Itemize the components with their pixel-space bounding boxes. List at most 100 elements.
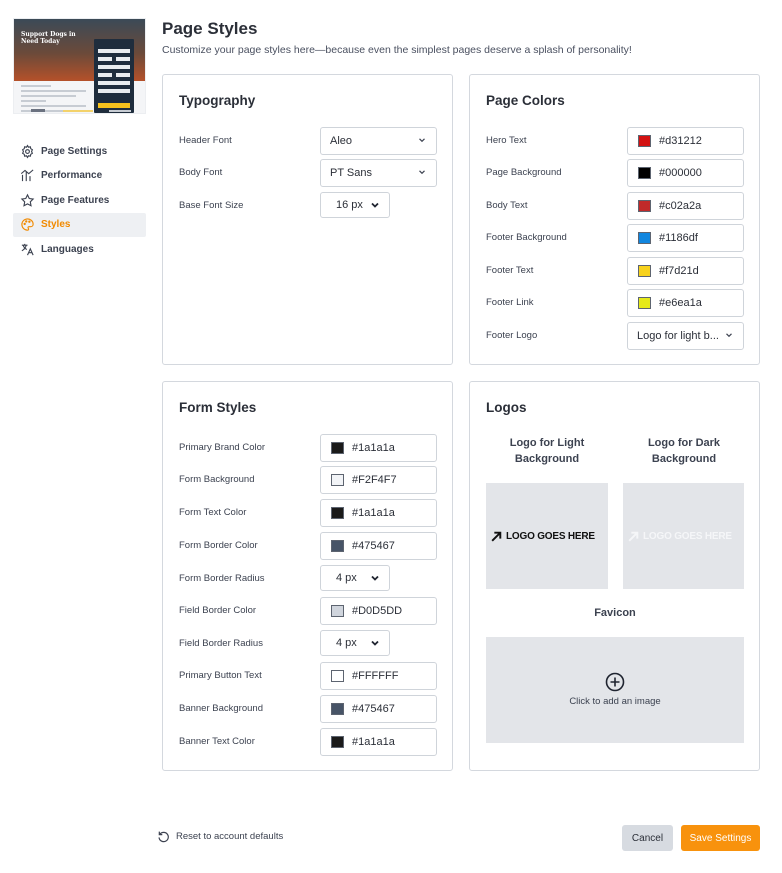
light-logo-upload[interactable]: LOGO GOES HERE bbox=[486, 483, 608, 589]
footer-logo-select[interactable]: Logo for light b... bbox=[627, 322, 744, 350]
color-swatch[interactable] bbox=[331, 736, 344, 748]
chevron-down-icon bbox=[419, 170, 425, 175]
performance-icon bbox=[19, 168, 35, 184]
color-swatch[interactable] bbox=[331, 540, 344, 552]
header-font-row: Header Font Aleo bbox=[179, 127, 437, 155]
footer-background-color-input[interactable]: #1186df bbox=[627, 224, 744, 252]
add-circle-icon bbox=[605, 672, 625, 692]
banner-background-color-input[interactable]: #475467 bbox=[320, 695, 437, 723]
color-swatch[interactable] bbox=[331, 474, 344, 486]
chevron-down-icon bbox=[371, 202, 379, 208]
form-border-radius-select[interactable]: 4 px bbox=[320, 565, 390, 591]
form-border-radius-value: 4 px bbox=[336, 572, 357, 584]
hero-text-label: Hero Text bbox=[486, 135, 527, 146]
color-swatch[interactable] bbox=[331, 703, 344, 715]
color-value: #c02a2a bbox=[659, 200, 702, 212]
chevron-down-icon bbox=[419, 138, 425, 143]
footer-text-color-input[interactable]: #f7d21d bbox=[627, 257, 744, 285]
body-text-color-input[interactable]: #c02a2a bbox=[627, 192, 744, 220]
arrow-logo-icon bbox=[628, 531, 639, 542]
color-value: #e6ea1a bbox=[659, 297, 702, 309]
sidebar-item-page-features[interactable]: Page Features bbox=[13, 188, 146, 213]
footer-link-color-input[interactable]: #e6ea1a bbox=[627, 289, 744, 317]
reset-defaults-link[interactable]: Reset to account defaults bbox=[157, 830, 283, 843]
body-font-select[interactable]: PT Sans bbox=[320, 159, 437, 187]
form-border-color-input[interactable]: #475467 bbox=[320, 532, 437, 560]
save-settings-button[interactable]: Save Settings bbox=[681, 825, 760, 851]
color-swatch[interactable] bbox=[331, 507, 344, 519]
color-swatch[interactable] bbox=[331, 605, 344, 617]
color-swatch[interactable] bbox=[638, 232, 651, 244]
reset-icon bbox=[158, 831, 169, 843]
color-swatch[interactable] bbox=[638, 200, 651, 212]
hero-text-color-input[interactable]: #d31212 bbox=[627, 127, 744, 155]
color-value: #1a1a1a bbox=[352, 507, 395, 519]
color-swatch[interactable] bbox=[638, 297, 651, 309]
dark-logo-upload[interactable]: LOGO GOES HERE bbox=[623, 483, 744, 589]
sidebar-item-label: Page Settings bbox=[41, 145, 108, 157]
sidebar-nav: Page Settings Performance Page Features … bbox=[13, 139, 146, 262]
form-text-color-input[interactable]: #1a1a1a bbox=[320, 499, 437, 527]
color-swatch[interactable] bbox=[638, 135, 651, 147]
header-font-select[interactable]: Aleo bbox=[320, 127, 437, 155]
page-background-color-input[interactable]: #000000 bbox=[627, 159, 744, 187]
typography-card: Typography Header Font Aleo Body Font PT… bbox=[162, 74, 453, 365]
sidebar-item-styles[interactable]: Styles bbox=[13, 212, 146, 237]
page-background-label: Page Background bbox=[486, 167, 562, 178]
sidebar-item-performance[interactable]: Performance bbox=[13, 164, 146, 189]
body-font-label: Body Font bbox=[179, 167, 223, 178]
base-font-size-select[interactable]: 16 px bbox=[320, 192, 390, 218]
cancel-button[interactable]: Cancel bbox=[622, 825, 673, 851]
dark-logo-heading: Logo for Dark Background bbox=[647, 437, 721, 465]
banner-text-label: Banner Text Color bbox=[179, 736, 255, 747]
sidebar-item-label: Page Features bbox=[41, 194, 110, 206]
footer-logo-value: Logo for light b... bbox=[637, 330, 719, 342]
color-value: #1a1a1a bbox=[352, 442, 395, 454]
favicon-upload[interactable]: Click to add an image bbox=[486, 637, 744, 743]
field-border-color-input[interactable]: #D0D5DD bbox=[320, 597, 437, 625]
color-value: #475467 bbox=[352, 540, 395, 552]
page-preview-thumbnail: Support Dogs in Need Today bbox=[13, 18, 146, 114]
page-colors-title: Page Colors bbox=[486, 93, 565, 108]
page-title: Page Styles bbox=[162, 19, 258, 38]
palette-icon bbox=[19, 217, 35, 233]
field-border-radius-label: Field Border Radius bbox=[179, 638, 263, 649]
sidebar-item-page-settings[interactable]: Page Settings bbox=[13, 139, 146, 164]
light-logo-heading: Logo for Light Background bbox=[509, 437, 585, 465]
footer-logo-label: Footer Logo bbox=[486, 330, 538, 341]
color-value: #FFFFFF bbox=[352, 670, 399, 682]
color-swatch[interactable] bbox=[331, 670, 344, 682]
color-swatch[interactable] bbox=[331, 442, 344, 454]
base-font-size-row: Base Font Size 16 px bbox=[179, 192, 436, 220]
primary-brand-label: Primary Brand Color bbox=[179, 442, 266, 453]
color-value: #F2F4F7 bbox=[352, 474, 397, 486]
sidebar-item-label: Performance bbox=[41, 170, 103, 182]
sidebar-item-languages[interactable]: Languages bbox=[13, 237, 146, 262]
body-text-row: Body Text #c02a2a bbox=[486, 192, 744, 220]
preview-hero-title: Support Dogs in Need Today bbox=[21, 31, 76, 45]
header-font-label: Header Font bbox=[179, 135, 232, 146]
sidebar-item-label: Languages bbox=[41, 243, 94, 255]
page-colors-card: Page Colors Hero Text #d31212 Page Backg… bbox=[469, 74, 760, 365]
color-swatch[interactable] bbox=[638, 265, 651, 277]
banner-text-color-input[interactable]: #1a1a1a bbox=[320, 728, 437, 756]
form-text-row: Form Text Color #1a1a1a bbox=[179, 499, 437, 527]
primary-brand-color-input[interactable]: #1a1a1a bbox=[320, 434, 437, 462]
color-swatch[interactable] bbox=[638, 167, 651, 179]
button-text-color-input[interactable]: #FFFFFF bbox=[320, 662, 437, 690]
sidebar-item-label: Styles bbox=[41, 219, 71, 231]
form-background-label: Form Background bbox=[179, 474, 255, 485]
form-background-color-input[interactable]: #F2F4F7 bbox=[320, 466, 437, 494]
preview-form bbox=[94, 39, 134, 113]
body-font-row: Body Font PT Sans bbox=[179, 159, 437, 187]
field-border-radius-select[interactable]: 4 px bbox=[320, 630, 390, 656]
chevron-down-icon bbox=[371, 575, 379, 581]
color-value: #f7d21d bbox=[659, 265, 699, 277]
footer-link-label: Footer Link bbox=[486, 297, 534, 308]
footer-background-label: Footer Background bbox=[486, 232, 567, 243]
page-subtitle: Customize your page styles here—because … bbox=[162, 44, 632, 56]
header-font-value: Aleo bbox=[330, 135, 353, 147]
field-border-radius-value: 4 px bbox=[336, 637, 357, 649]
page-background-row: Page Background #000000 bbox=[486, 159, 744, 187]
arrow-logo-icon bbox=[491, 531, 502, 542]
